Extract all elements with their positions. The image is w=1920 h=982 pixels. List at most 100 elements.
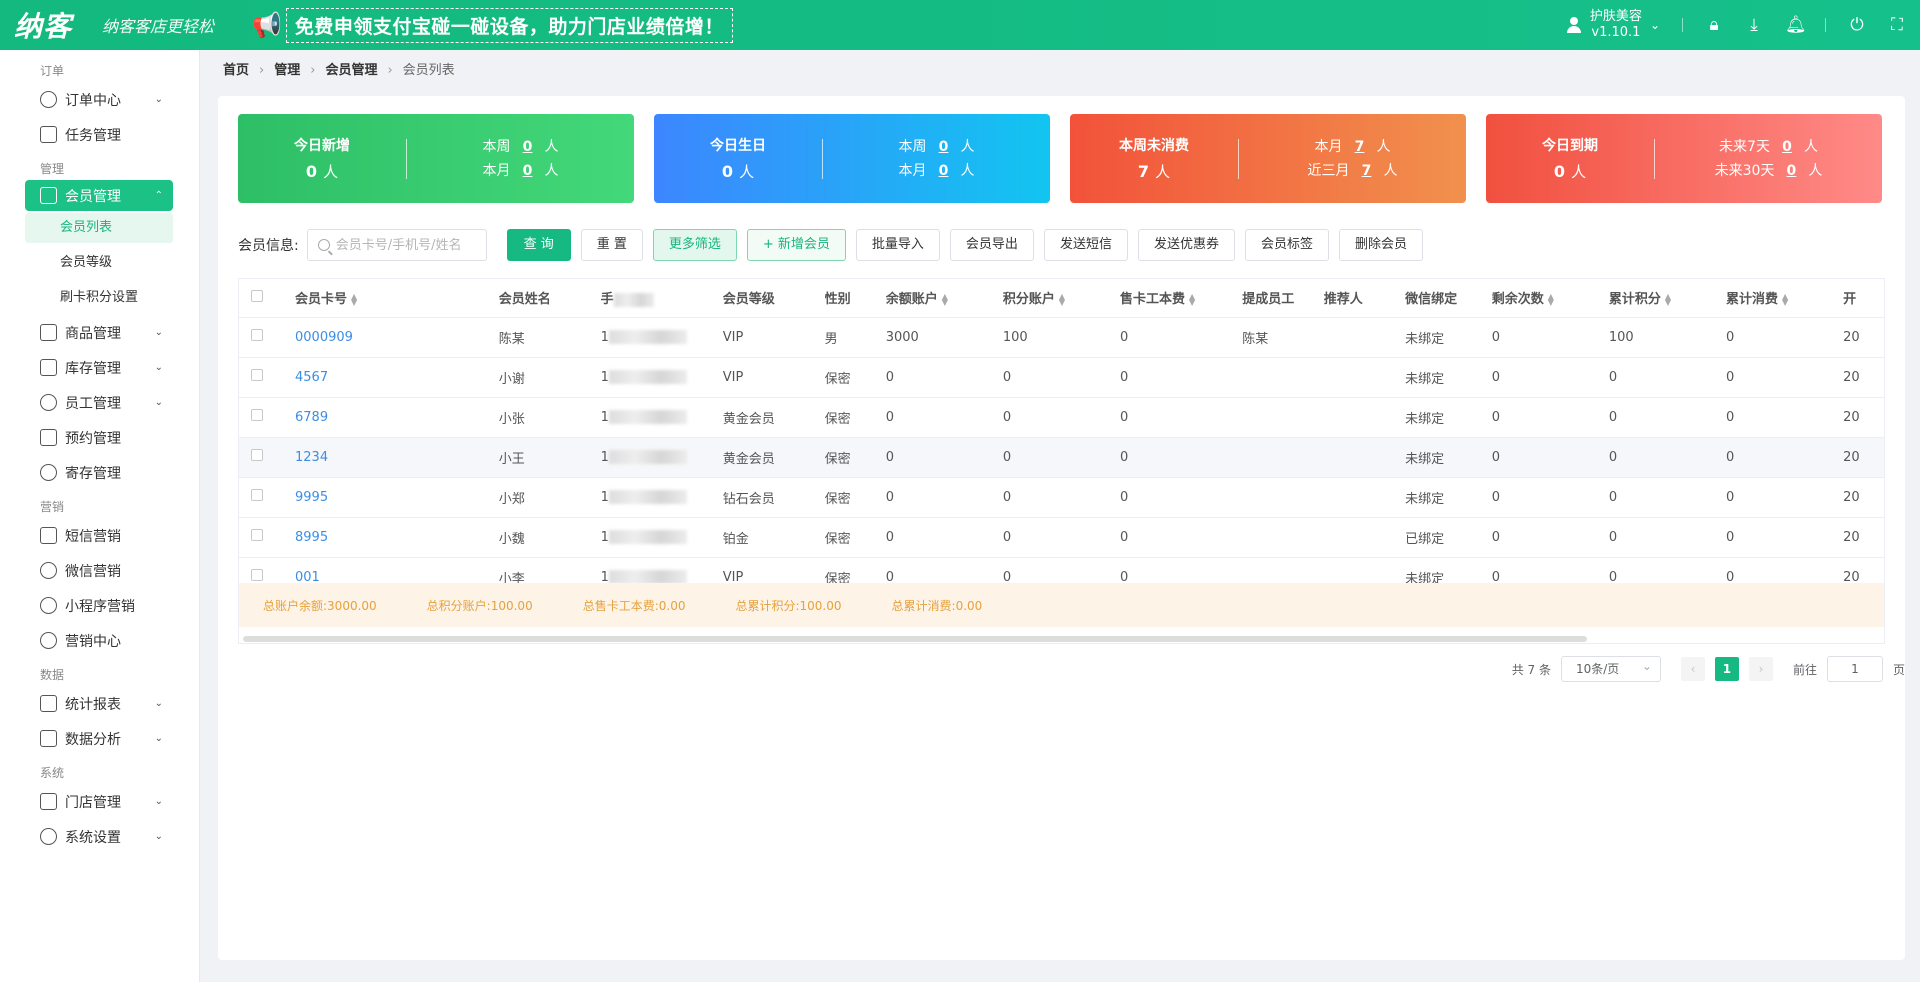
next-page-button[interactable]: › (1748, 657, 1773, 681)
card-sub-value[interactable]: 0 (521, 159, 535, 183)
sidebar-item-miniapp[interactable]: 小程序营销 (0, 588, 199, 623)
table-row[interactable]: 4567 小谢 1 VIP 保密 0 0 0 未绑定 0 0 0 20 (239, 357, 1884, 398)
bell-icon[interactable]: 🔔︎ (1785, 15, 1807, 35)
page-size-select[interactable]: 10条/页 (1560, 654, 1661, 682)
card-sub-value[interactable]: 7 (1360, 159, 1374, 183)
send-sms-button[interactable]: 发送短信 (1043, 229, 1128, 261)
stat-card-birthday-today[interactable]: 今日生日 0人 本周 0 人 本月 0 人 (654, 114, 1050, 203)
card-sub-value[interactable]: 0 (521, 135, 535, 159)
stat-card-expire-today[interactable]: 今日到期 0人 未来7天 0 人 未来30天 0 人 (1486, 114, 1882, 203)
card-sub-value[interactable]: 7 (1353, 135, 1367, 159)
export-button[interactable]: 会员导出 (949, 229, 1034, 261)
table-row[interactable]: 9995 小郑 1 钻石会员 保密 0 0 0 未绑定 0 0 0 20 (239, 477, 1884, 518)
member-card-link[interactable]: 4567 (295, 370, 328, 385)
add-member-button[interactable]: + 新增会员 (746, 229, 846, 261)
card-sub-value[interactable]: 0 (937, 159, 951, 183)
sidebar-item-reports[interactable]: 统计报表 ⌄ (0, 686, 199, 721)
row-checkbox[interactable] (251, 569, 263, 581)
sort-icon[interactable]: ▲ ▼ (1189, 292, 1195, 306)
goto-page-input[interactable]: 1 (1826, 656, 1883, 682)
sidebar-item-settings[interactable]: 系统设置 ⌄ (0, 819, 199, 854)
promo-banner[interactable]: 📢 免费申领支付宝碰一碰设备，助力门店业绩倍增！ (252, 7, 733, 43)
sidebar-item-sms[interactable]: 短信营销 (0, 518, 199, 553)
col-header[interactable]: 会员卡号 (295, 292, 347, 307)
col-header[interactable]: 余额账户 (886, 292, 938, 307)
row-checkbox[interactable] (251, 529, 263, 541)
sidebar-sub-member-list[interactable]: 会员列表 (25, 213, 173, 243)
sidebar-item-booking[interactable]: 预约管理 (0, 420, 199, 455)
row-checkbox[interactable] (251, 369, 263, 381)
breadcrumb-home[interactable]: 首页 (223, 50, 249, 92)
table-row[interactable]: 1234 小王 1 黄金会员 保密 0 0 0 未绑定 0 0 0 20 (239, 437, 1884, 478)
table-row[interactable]: 8995 小魏 1 铂金 保密 0 0 0 已绑定 0 0 0 20 (239, 517, 1884, 558)
col-header[interactable]: 积分账户 (1003, 292, 1055, 307)
sidebar-sub-points-setting[interactable]: 刷卡积分设置 (0, 280, 199, 315)
col-header[interactable]: 售卡工本费 (1120, 292, 1185, 307)
row-checkbox[interactable] (251, 409, 263, 421)
download-icon[interactable]: ⤓ (1745, 15, 1763, 35)
divider (1825, 18, 1826, 32)
sort-icon[interactable]: ▲ ▼ (1782, 292, 1788, 306)
prev-page-button[interactable]: ‹ (1680, 657, 1705, 681)
row-checkbox[interactable] (251, 449, 263, 461)
send-coupon-button[interactable]: 发送优惠券 (1137, 229, 1235, 261)
sidebar-item-wechat[interactable]: 微信营销 (0, 553, 199, 588)
select-all-checkbox[interactable] (251, 289, 263, 302)
col-header[interactable]: 剩余次数 (1492, 292, 1544, 307)
more-filter-button[interactable]: 更多筛选 (652, 229, 737, 261)
search-input[interactable] (335, 237, 476, 253)
sidebar-item-label: 营销中心 (65, 633, 121, 650)
sidebar-item-order-center[interactable]: 订单中心 ⌄ (0, 82, 199, 117)
search-box[interactable] (306, 229, 487, 261)
chevron-down-icon: ⌄ (154, 327, 163, 338)
sidebar-item-store[interactable]: 门店管理 ⌄ (0, 784, 199, 819)
table-cell: 0 (1491, 409, 1501, 425)
horizontal-scrollbar[interactable] (243, 636, 1587, 642)
reset-button[interactable]: 重 置 (580, 229, 643, 261)
sort-icon[interactable]: ▲ ▼ (1548, 292, 1554, 306)
sidebar-item-goods[interactable]: 商品管理 ⌄ (0, 315, 199, 350)
table-row[interactable]: 6789 小张 1 黄金会员 保密 0 0 0 未绑定 0 0 0 20 (239, 397, 1884, 438)
col-header: 手 (600, 292, 614, 308)
page-number-current[interactable]: 1 (1714, 657, 1739, 681)
member-tag-button[interactable]: 会员标签 (1244, 229, 1329, 261)
row-checkbox[interactable] (251, 489, 263, 501)
batch-import-button[interactable]: 批量导入 (855, 229, 940, 261)
breadcrumb-member[interactable]: 会员管理 (325, 50, 377, 92)
sidebar-item-deposit[interactable]: 寄存管理 (0, 455, 199, 490)
col-header[interactable]: 累计积分 (1609, 292, 1661, 307)
user-menu[interactable]: 护肤美容 v1.10.1 ⌄ (1566, 9, 1660, 41)
sidebar-item-marketing-center[interactable]: 营销中心 (0, 623, 199, 658)
sort-icon[interactable]: ▲ ▼ (1665, 292, 1671, 306)
sidebar-item-member[interactable]: 会员管理 ⌃ (25, 180, 173, 211)
stat-card-new-today[interactable]: 今日新增 0人 本周 0 人 本月 0 人 (238, 114, 634, 203)
sidebar-item-analysis[interactable]: 数据分析 ⌄ (0, 721, 199, 756)
query-button[interactable]: 查 询 (506, 229, 571, 261)
card-sub-value[interactable]: 0 (937, 135, 951, 159)
member-card-link[interactable]: 0000909 (295, 330, 353, 345)
table-cell: 0 (1002, 449, 1012, 465)
delete-member-button[interactable]: 删除会员 (1338, 229, 1423, 261)
sort-icon[interactable]: ▲ ▼ (942, 292, 948, 306)
member-card-link[interactable]: 1234 (295, 450, 328, 465)
col-header[interactable]: 累计消费 (1726, 292, 1778, 307)
power-icon[interactable]: ⏻ (1848, 15, 1866, 35)
stat-card-no-consume-week[interactable]: 本周未消费 7人 本月 7 人 近三月 7 人 (1070, 114, 1466, 203)
table-row[interactable]: 0000909 陈某 1 VIP 男 3000 100 0 陈某 未绑定 0 100 0 20 (239, 317, 1884, 358)
sidebar-item-staff[interactable]: 员工管理 ⌄ (0, 385, 199, 420)
fullscreen-icon[interactable]: ⛶ (1888, 15, 1906, 35)
table-cell: 0 (885, 449, 895, 465)
sort-icon[interactable]: ▲ ▼ (351, 292, 357, 306)
row-checkbox[interactable] (251, 329, 263, 341)
sort-icon[interactable]: ▲ ▼ (1059, 292, 1065, 306)
sidebar-item-stock[interactable]: 库存管理 ⌄ (0, 350, 199, 385)
member-card-link[interactable]: 9995 (295, 490, 328, 505)
sidebar-item-task[interactable]: 任务管理 (0, 117, 199, 152)
lock-icon[interactable]: 🔒︎ (1705, 15, 1723, 35)
card-sub-value[interactable]: 0 (1780, 135, 1794, 159)
card-sub-value[interactable]: 0 (1784, 159, 1798, 183)
breadcrumb-manage[interactable]: 管理 (274, 50, 300, 92)
sidebar-sub-member-level[interactable]: 会员等级 (0, 245, 199, 280)
member-card-link[interactable]: 6789 (295, 410, 328, 425)
member-card-link[interactable]: 8995 (295, 530, 328, 545)
